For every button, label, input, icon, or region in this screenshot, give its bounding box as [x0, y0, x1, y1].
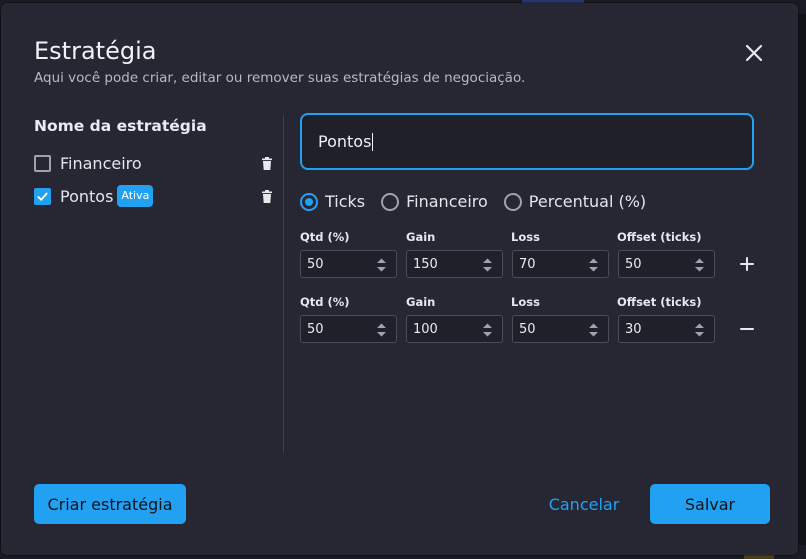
- offset-input[interactable]: 30: [618, 315, 715, 343]
- close-icon: [745, 44, 763, 62]
- radio-percentual[interactable]: Percentual (%): [503, 192, 647, 211]
- minus-icon[interactable]: [739, 321, 755, 337]
- spinner-icon[interactable]: [376, 256, 387, 274]
- label-offset: Offset (ticks): [617, 295, 702, 309]
- mode-radio-group: Ticks Financeiro Percentual (%): [300, 192, 662, 211]
- text-caret: [372, 132, 374, 151]
- row-1-inputs: 50 150 70 50: [300, 250, 755, 278]
- label-qtd: Qtd (%): [300, 295, 350, 309]
- spinner-icon[interactable]: [588, 321, 599, 339]
- spinner-icon[interactable]: [376, 321, 387, 339]
- radio-label: Ticks: [325, 192, 366, 211]
- loss-value: 50: [519, 321, 536, 337]
- radio-label: Percentual (%): [528, 192, 647, 211]
- loss-input[interactable]: 50: [512, 315, 609, 343]
- radio-button[interactable]: [381, 192, 400, 211]
- trash-icon[interactable]: [260, 189, 274, 203]
- label-gain: Gain: [406, 230, 436, 244]
- label-loss: Loss: [511, 295, 540, 309]
- trash-icon[interactable]: [260, 156, 274, 170]
- radio-ticks[interactable]: Ticks: [300, 192, 365, 211]
- strategy-checkbox-checked[interactable]: [34, 187, 51, 205]
- gain-value: 150: [413, 256, 438, 272]
- save-button[interactable]: Salvar: [650, 484, 770, 524]
- row-2-labels: Qtd (%) Gain Loss Offset (ticks): [300, 295, 723, 309]
- label-loss: Loss: [511, 230, 540, 244]
- qtd-input[interactable]: 50: [300, 250, 397, 278]
- plus-icon[interactable]: [739, 256, 755, 272]
- gain-value: 100: [413, 321, 438, 337]
- loss-value: 70: [519, 256, 536, 272]
- gain-input[interactable]: 100: [406, 315, 503, 343]
- offset-value: 30: [625, 321, 642, 337]
- spinner-icon[interactable]: [694, 321, 705, 339]
- label-gain: Gain: [406, 295, 436, 309]
- row-2-inputs: 50 100 50 30: [300, 315, 755, 343]
- strategy-item-financeiro[interactable]: Financeiro: [34, 152, 274, 174]
- strategy-dialog: Estratégia Aqui você pode criar, editar …: [1, 3, 798, 555]
- active-badge: Ativa: [117, 185, 154, 207]
- row-1-labels: Qtd (%) Gain Loss Offset (ticks): [300, 230, 723, 244]
- spinner-icon[interactable]: [482, 256, 493, 274]
- create-strategy-button[interactable]: Criar estratégia: [34, 484, 186, 524]
- strategy-item-label: Pontos: [60, 186, 114, 206]
- radio-button[interactable]: [503, 192, 522, 211]
- radio-label: Financeiro: [406, 192, 488, 211]
- strategy-list-label: Nome da estratégia: [34, 117, 207, 135]
- qtd-value: 50: [307, 321, 324, 337]
- radio-button-selected[interactable]: [300, 192, 318, 211]
- strategy-item-label: Financeiro: [60, 153, 142, 173]
- gain-input[interactable]: 150: [406, 250, 503, 278]
- panel-divider: [283, 115, 284, 453]
- dialog-subtitle: Aqui você pode criar, editar ou remover …: [34, 70, 526, 86]
- offset-input[interactable]: 50: [618, 250, 715, 278]
- strategy-name-input[interactable]: Pontos: [300, 113, 754, 170]
- strategy-name-value: Pontos: [318, 132, 372, 151]
- spinner-icon[interactable]: [588, 256, 599, 274]
- label-offset: Offset (ticks): [617, 230, 702, 244]
- radio-financeiro[interactable]: Financeiro: [381, 192, 488, 211]
- strategy-item-pontos[interactable]: Pontos Ativa: [34, 185, 274, 207]
- close-button[interactable]: [742, 41, 766, 65]
- qtd-value: 50: [307, 256, 324, 272]
- strategy-checkbox[interactable]: [34, 154, 51, 172]
- spinner-icon[interactable]: [482, 321, 493, 339]
- qtd-input[interactable]: 50: [300, 315, 397, 343]
- cancel-button[interactable]: Cancelar: [539, 484, 629, 524]
- spinner-icon[interactable]: [694, 256, 705, 274]
- dialog-title: Estratégia: [34, 37, 157, 65]
- loss-input[interactable]: 70: [512, 250, 609, 278]
- offset-value: 50: [625, 256, 642, 272]
- label-qtd: Qtd (%): [300, 230, 350, 244]
- checkmark-icon: [37, 192, 48, 201]
